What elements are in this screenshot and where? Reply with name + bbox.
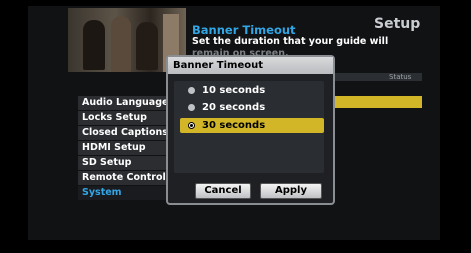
preview-figure	[111, 16, 131, 72]
tv-screen: Banner Timeout Set the duration that you…	[0, 0, 471, 253]
radio-icon	[188, 87, 195, 94]
banner-timeout-dialog: Banner Timeout 10 seconds 20 seconds 30 …	[166, 55, 335, 205]
menu-item-closed-captions[interactable]: Closed Captions	[78, 126, 166, 140]
setup-menu: Audio Language Locks Setup Closed Captio…	[78, 96, 166, 201]
help-title: Banner Timeout	[192, 23, 296, 37]
radio-selected-icon	[188, 122, 195, 129]
menu-item-locks-setup[interactable]: Locks Setup	[78, 111, 166, 125]
status-label: Status	[389, 73, 412, 81]
radio-icon	[188, 104, 195, 111]
option-30-seconds[interactable]: 30 seconds	[180, 118, 324, 133]
menu-item-sd-setup[interactable]: SD Setup	[78, 156, 166, 170]
apply-button[interactable]: Apply	[260, 183, 322, 199]
options-list: 10 seconds 20 seconds 30 seconds	[174, 81, 324, 173]
option-10-seconds[interactable]: 10 seconds	[180, 83, 324, 98]
preview-figure	[83, 20, 105, 70]
option-label: 30 seconds	[202, 120, 266, 131]
menu-item-audio-language[interactable]: Audio Language	[78, 96, 166, 110]
option-label: 10 seconds	[202, 85, 266, 96]
option-20-seconds[interactable]: 20 seconds	[180, 100, 324, 115]
preview-figure	[136, 22, 158, 70]
section-title: Setup	[374, 16, 421, 32]
selected-row-highlight	[334, 96, 422, 108]
cancel-button[interactable]: Cancel	[195, 183, 251, 199]
menu-item-system[interactable]: System	[78, 186, 166, 200]
menu-item-hdmi-setup[interactable]: HDMI Setup	[78, 141, 166, 155]
help-text: Set the duration that your guide will	[192, 36, 389, 47]
menu-item-remote-control[interactable]: Remote Control	[78, 171, 166, 185]
dialog-title: Banner Timeout	[168, 57, 333, 74]
option-label: 20 seconds	[202, 102, 266, 113]
